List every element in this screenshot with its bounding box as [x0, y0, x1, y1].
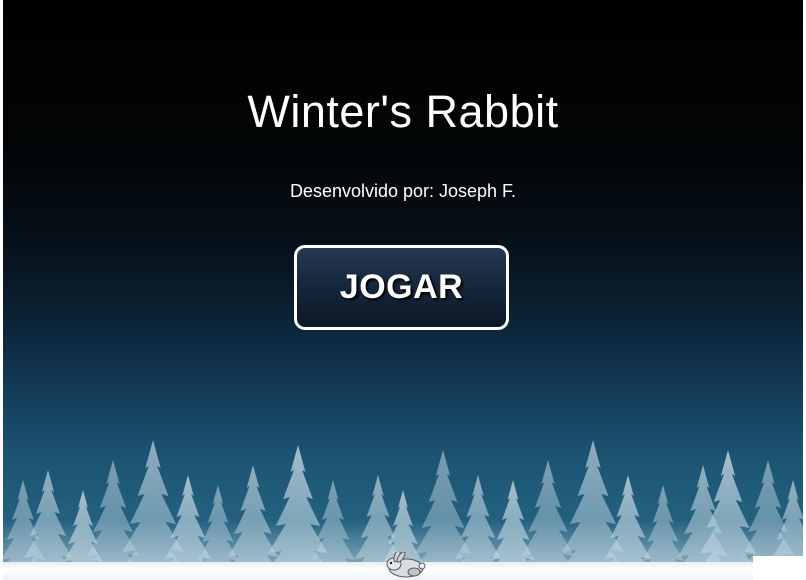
game-title: Winter's Rabbit	[247, 86, 559, 137]
rabbit-icon[interactable]	[384, 552, 426, 578]
developer-credit: Desenvolvido por: Joseph F.	[289, 181, 517, 201]
game-screen: Winter's Rabbit Desenvolvido por: Joseph…	[3, 0, 803, 580]
play-button[interactable]: JOGAR	[294, 245, 509, 330]
canvas-border-strip	[753, 556, 806, 580]
